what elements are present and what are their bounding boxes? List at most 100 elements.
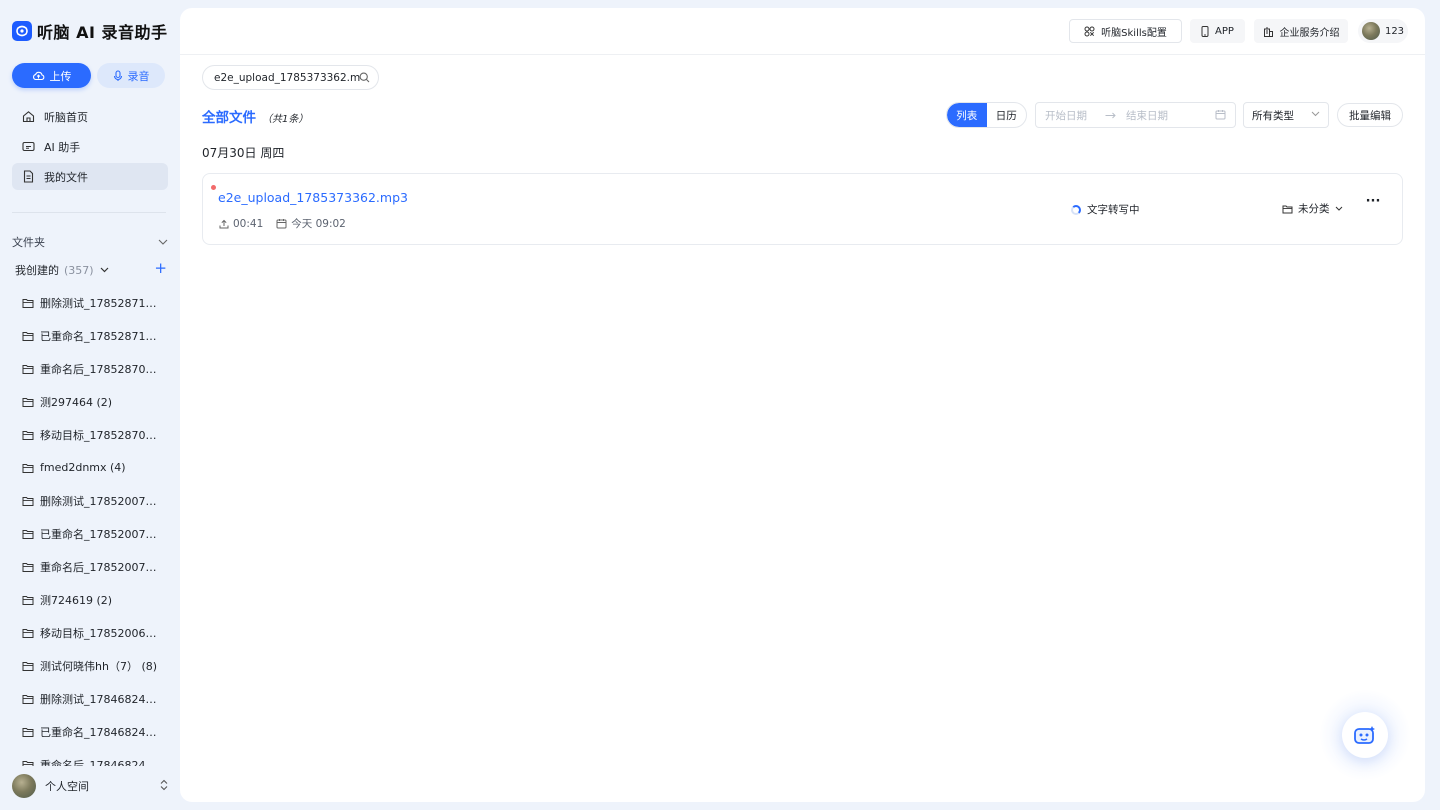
my-created-label: 我创建的 (15, 264, 59, 277)
nav-label-ai-assistant: AI 助手 (44, 140, 81, 154)
folder-item-label: 移动目标_1785200673 ... (40, 626, 160, 640)
folder-icon (22, 727, 34, 737)
file-date: 今天 09:02 (276, 216, 346, 231)
microphone-icon (113, 69, 122, 81)
section-count: （共1条） (262, 114, 309, 125)
folder-icon (22, 694, 34, 704)
folder-item[interactable]: 测724619 (2) (22, 583, 168, 616)
folder-icon (22, 562, 34, 572)
folder-item[interactable]: 重命名后_1785200720 ... (22, 550, 168, 583)
folder-item[interactable]: 移动目标_1785287046 ... (22, 418, 168, 451)
user-menu[interactable]: 123 (1358, 19, 1408, 43)
folder-item[interactable]: 删除测试_1785200743 ... (22, 484, 168, 517)
chat-icon (21, 140, 35, 154)
avatar (1361, 22, 1380, 40)
folder-item-label: 已重命名_1785200729 ... (40, 527, 160, 541)
folder-item[interactable]: fmed2dnmx (4) (22, 451, 168, 484)
ai-assistant-fab[interactable] (1342, 712, 1388, 758)
folder-item-label: 测297464 (2) (40, 395, 113, 409)
home-icon (21, 110, 35, 124)
my-created-folders[interactable]: 我创建的 (357) + (15, 260, 167, 278)
nav-item-home[interactable]: 听脑首页 (12, 103, 168, 130)
nav-item-my-files[interactable]: 我的文件 (12, 163, 168, 190)
folder-item-label: 重命名后_1785200720 ... (40, 560, 160, 574)
folder-icon (22, 529, 34, 539)
date-range-picker[interactable]: 开始日期 结束日期 (1035, 102, 1236, 128)
folder-icon (22, 496, 34, 506)
folder-item[interactable]: 移动目标_1785200673 ... (22, 616, 168, 649)
folder-item-label: 移动目标_1785287046 ... (40, 428, 160, 442)
avatar (12, 774, 36, 798)
upload-button[interactable]: 上传 (12, 63, 91, 88)
skills-grid-icon (1084, 26, 1095, 36)
file-card[interactable]: e2e_upload_1785373362.mp3 00:41 今天 09:02… (202, 173, 1403, 245)
top-bar: 听脑Skills配置 APP 企业服务介绍 123 (180, 8, 1425, 55)
sidebar: 听脑 AI 录音助手 上传 录音 听脑首页 AI 助手 我的文件 文件夹 我创建… (0, 0, 180, 810)
type-filter-value: 所有类型 (1252, 109, 1294, 122)
folder-icon (22, 661, 34, 671)
folder-item-label: 删除测试_1785287120 ... (40, 296, 160, 310)
batch-edit-button[interactable]: 批量编辑 (1337, 103, 1403, 127)
arrow-right-icon (1105, 112, 1116, 118)
app-label: APP (1215, 25, 1234, 37)
folder-item-label: 测724619 (2) (40, 593, 113, 607)
folder-item[interactable]: 已重命名_1785200729 ... (22, 517, 168, 550)
folder-item-label: 删除测试_1785200743 ... (40, 494, 160, 508)
calendar-icon (1215, 110, 1226, 120)
end-date-field[interactable]: 结束日期 (1126, 108, 1168, 123)
folder-icon (22, 760, 34, 766)
tab-list-view[interactable]: 列表 (947, 103, 987, 127)
skills-config-button[interactable]: 听脑Skills配置 (1069, 19, 1182, 43)
folder-item[interactable]: 测297464 (2) (22, 385, 168, 418)
start-date-field[interactable]: 开始日期 (1045, 108, 1087, 123)
enterprise-services-button[interactable]: 企业服务介绍 (1254, 19, 1348, 43)
folder-icon (22, 331, 34, 341)
folder-section-header[interactable]: 文件夹 (12, 234, 168, 250)
folder-item[interactable]: 重命名后_1785287096 ... (22, 352, 168, 385)
file-duration: 00:41 (219, 218, 263, 230)
upload-icon (219, 219, 229, 228)
enterprise-services-label: 企业服务介绍 (1279, 27, 1340, 39)
folder-item[interactable]: 删除测试_1784682455 ... (22, 682, 168, 715)
app-button[interactable]: APP (1190, 19, 1245, 43)
folder-icon (22, 298, 34, 308)
folder-icon (22, 463, 34, 473)
switch-updown-icon (160, 779, 168, 791)
category-dropdown[interactable]: 未分类 (1282, 201, 1343, 216)
space-switcher[interactable]: 个人空间 (12, 770, 170, 802)
view-toggle: 列表 日历 (946, 102, 1027, 128)
robot-icon (1354, 726, 1375, 744)
chevron-down-icon (100, 267, 109, 273)
record-label: 录音 (127, 69, 150, 83)
folder-list: 删除测试_1785287120 ... 已重命名_1785287107 (... 重… (22, 286, 168, 766)
search-icon[interactable] (359, 72, 370, 83)
brand[interactable]: 听脑 AI 录音助手 (12, 20, 167, 42)
file-name-link[interactable]: e2e_upload_1785373362.mp3 (218, 190, 408, 205)
search-input[interactable]: e2e_upload_1785373362.mp3 (202, 65, 379, 90)
folder-item[interactable]: 重命名后_1784682426 ... (22, 748, 168, 766)
brand-logo-icon (12, 21, 32, 41)
nav-label-home: 听脑首页 (44, 110, 88, 124)
folder-item-label: 重命名后_1785287096 ... (40, 362, 160, 376)
chevron-down-icon (1311, 111, 1320, 117)
unread-dot (211, 185, 216, 190)
cloud-upload-icon (32, 71, 44, 81)
folder-item[interactable]: 测试何晓伟hh（7） (8) (22, 649, 168, 682)
nav-item-ai-assistant[interactable]: AI 助手 (12, 133, 168, 160)
file-duration-value: 00:41 (233, 217, 264, 230)
folder-item[interactable]: 已重命名_1785287107 (... (22, 319, 168, 352)
search-value: e2e_upload_1785373362.mp3 (214, 71, 360, 84)
folder-item[interactable]: 删除测试_1785287120 ... (22, 286, 168, 319)
record-button[interactable]: 录音 (97, 63, 165, 88)
tab-calendar-view[interactable]: 日历 (987, 103, 1027, 127)
folder-icon (22, 628, 34, 638)
type-filter-select[interactable]: 所有类型 (1243, 102, 1329, 128)
user-name: 123 (1384, 25, 1405, 37)
folder-item[interactable]: 已重命名_1784682438 ... (22, 715, 168, 748)
add-folder-button[interactable]: + (154, 260, 167, 276)
upload-label: 上传 (49, 69, 72, 83)
folder-icon (22, 364, 34, 374)
more-options-button[interactable]: ··· (1365, 195, 1381, 212)
folder-item-label: 已重命名_1784682438 ... (40, 725, 160, 739)
folder-item-label: 删除测试_1784682455 ... (40, 692, 160, 706)
